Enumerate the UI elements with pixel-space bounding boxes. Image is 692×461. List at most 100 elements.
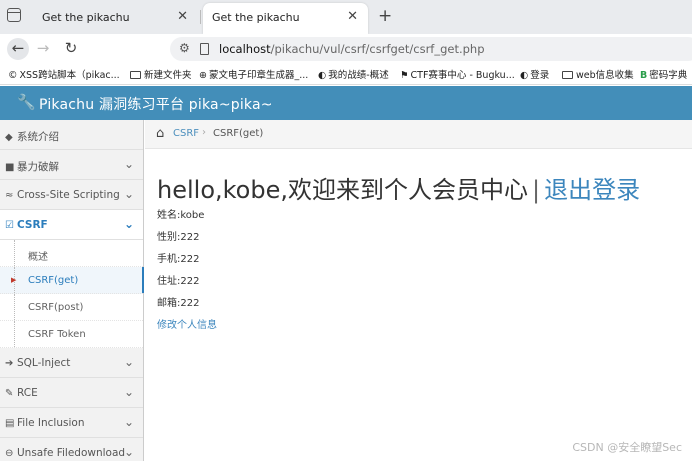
breadcrumb-link-csrf[interactable]: CSRF [173,128,199,139]
bookmark-xss[interactable]: © XSS跨站脚本（pikac... [8,67,120,81]
info-gender: 性别:222 [157,232,200,243]
bookmark-dict[interactable]: B 密码字典 [640,67,687,81]
sidebar-item-xss[interactable]: ≈ Cross-Site Scripting ⌄ [0,180,143,210]
sidebar-item-label: RCE [17,387,38,399]
info-address: 住址:222 [157,276,200,287]
bookmark-folder-new[interactable]: 新建文件夹 [130,67,192,81]
site-title[interactable]: Pikachu 漏洞练习平台 pika~pika~ [39,94,273,114]
folder-icon [562,71,573,79]
tab-title: Get the pikachu [212,11,300,24]
bookmark-seal-generator[interactable]: ⊕ 蒙文电子印章生成器_... [199,67,308,81]
sidebar-subitem-label: CSRF Token [28,329,86,340]
welcome-heading: hello,kobe,欢迎来到个人会员中心 | 退出登录 [157,170,640,205]
tab-actions-icon[interactable] [7,8,21,22]
home-icon[interactable]: ⌂ [156,126,164,141]
sidebar-subitem-csrf-post[interactable]: CSRF(post) [0,294,143,321]
edit-profile-link[interactable]: 修改个人信息 [157,316,217,331]
reload-button[interactable]: ↻ [60,38,82,60]
sidebar-item-rce[interactable]: ✎ RCE ⌄ [0,378,143,408]
sidebar-subitem-label: CSRF(post) [28,302,84,313]
bookmark-label: XSS跨站脚本（pikac... [19,70,120,81]
page-icon [200,43,209,55]
bookmark-login[interactable]: ◐ 登录 [520,67,549,81]
heading-divider: | [531,176,541,204]
site-header: 🔧 Pikachu 漏洞练习平台 pika~pika~ [0,86,692,120]
logout-link[interactable]: 退出登录 [544,176,640,204]
info-phone: 手机:222 [157,254,200,265]
sidebar-item-unsafe-filedownload[interactable]: ⊖ Unsafe Filedownload ⌄ [0,438,143,461]
bookmark-folder-web[interactable]: web信息收集 [562,67,634,81]
arrow-right-icon: → [36,39,50,57]
info-name: 姓名:kobe [157,210,205,221]
forward-button[interactable]: → [32,38,54,60]
bookmark-favicon-icon: ◐ [318,70,327,81]
chevron-down-icon: ⌄ [123,445,134,459]
welcome-text: hello,kobe,欢迎来到个人会员中心 [157,176,528,204]
close-icon[interactable]: ✕ [347,9,358,24]
chevron-down-icon: ⌄ [123,415,134,429]
bookmark-ctf[interactable]: ⚑ CTF赛事中心 - Bugku... [400,67,515,81]
browser-tab-bar: Get the pikachu ✕ Get the pikachu ✕ + [0,0,692,34]
breadcrumb-separator: › [202,127,206,138]
info-email: 邮箱:222 [157,298,200,309]
bookmark-label: 我的战绩-概述 [328,70,389,81]
close-icon[interactable]: ✕ [177,9,188,24]
tab-divider [200,10,201,24]
sidebar-item-sql-inject[interactable]: ➔ SQL-Inject ⌄ [0,348,143,378]
sidebar-item-bruteforce[interactable]: ■ 暴力破解 ⌄ [0,150,143,180]
sidebar-item-label: Cross-Site Scripting [17,189,120,201]
chevron-down-icon: ⌄ [123,157,134,171]
sidebar-item-csrf[interactable]: ☑ CSRF ⌄ [0,210,143,240]
sidebar-item-label: 暴力破解 [17,161,59,173]
sidebar-item-file-inclusion[interactable]: ▤ File Inclusion ⌄ [0,408,143,438]
sidebar-item-label: 系统介绍 [17,131,59,143]
bookmark-favicon-icon: ◐ [520,70,529,81]
bookmarks-bar: © XSS跨站脚本（pikac... 新建文件夹 ⊕ 蒙文电子印章生成器_... ◐… [0,63,692,85]
sidebar-item-intro[interactable]: ◆ 系统介绍 [0,120,143,150]
bookmark-favicon-icon: B [640,70,648,81]
url-host: localhost [219,42,271,56]
sidebar-subitem-csrf-overview[interactable]: 概述 [0,240,143,267]
pikachu-logo-icon: 🔧 [17,93,36,111]
sidebar: ◆ 系统介绍 ■ 暴力破解 ⌄ ≈ Cross-Site Scripting ⌄ ☑ C… [0,120,144,461]
edit-icon: ☑ [5,220,14,231]
address-bar[interactable]: ⚙ localhost/pikachu/vul/csrf/csrfget/csr… [170,37,692,61]
flag-icon: ⚑ [400,70,409,81]
reload-icon: ↻ [64,39,78,57]
new-tab-button[interactable]: + [378,6,392,26]
url-path: /pikachu/vul/csrf/csrfget/csrf_get.php [270,42,485,56]
browser-tab-2-active[interactable]: Get the pikachu ✕ [203,3,368,34]
bookmark-label: 登录 [530,70,550,81]
chevron-down-icon: ⌄ [123,217,134,231]
chevron-down-icon: ⌄ [123,385,134,399]
sidebar-subitem-csrf-token[interactable]: CSRF Token [0,321,143,348]
bookmark-label: 密码字典 [649,70,688,81]
back-button[interactable]: ← [7,38,29,60]
breadcrumb: ⌂ CSRF › CSRF(get) [145,120,692,149]
tab-title: Get the pikachu [42,11,130,24]
browser-tab-1[interactable]: Get the pikachu ✕ [33,3,198,31]
watermark: CSDN @安全瞭望Sec [572,441,682,454]
sidebar-subitem-label: 概述 [28,252,48,263]
arrow-left-icon: ← [11,39,25,57]
url-text[interactable]: localhost/pikachu/vul/csrf/csrfget/csrf_… [219,42,485,56]
download-icon: ⊖ [5,448,14,459]
tag-icon: ◆ [5,132,13,143]
breadcrumb-current: CSRF(get) [213,128,264,139]
sidebar-item-label: CSRF [17,219,48,231]
bookmark-label: CTF赛事中心 - Bugku... [410,70,515,81]
sidebar-item-label: File Inclusion [17,417,85,429]
folder-icon [130,71,141,79]
sidebar-item-label: Unsafe Filedownload [17,447,126,459]
sidebar-subitem-csrf-get[interactable]: ▶ CSRF(get) [0,267,144,294]
bookmark-record[interactable]: ◐ 我的战绩-概述 [318,67,389,81]
bookmark-favicon-icon: © [8,70,18,81]
globe-icon: ⊕ [199,70,207,81]
sidebar-subitem-label: CSRF(get) [28,275,79,286]
bookmark-label: web信息收集 [576,70,634,81]
bookmark-label: 新建文件夹 [144,70,192,81]
file-icon: ▤ [5,418,15,429]
sidebar-item-label: SQL-Inject [17,357,71,369]
code-icon: ≈ [5,190,14,201]
site-info-icon[interactable]: ⚙ [179,41,190,55]
